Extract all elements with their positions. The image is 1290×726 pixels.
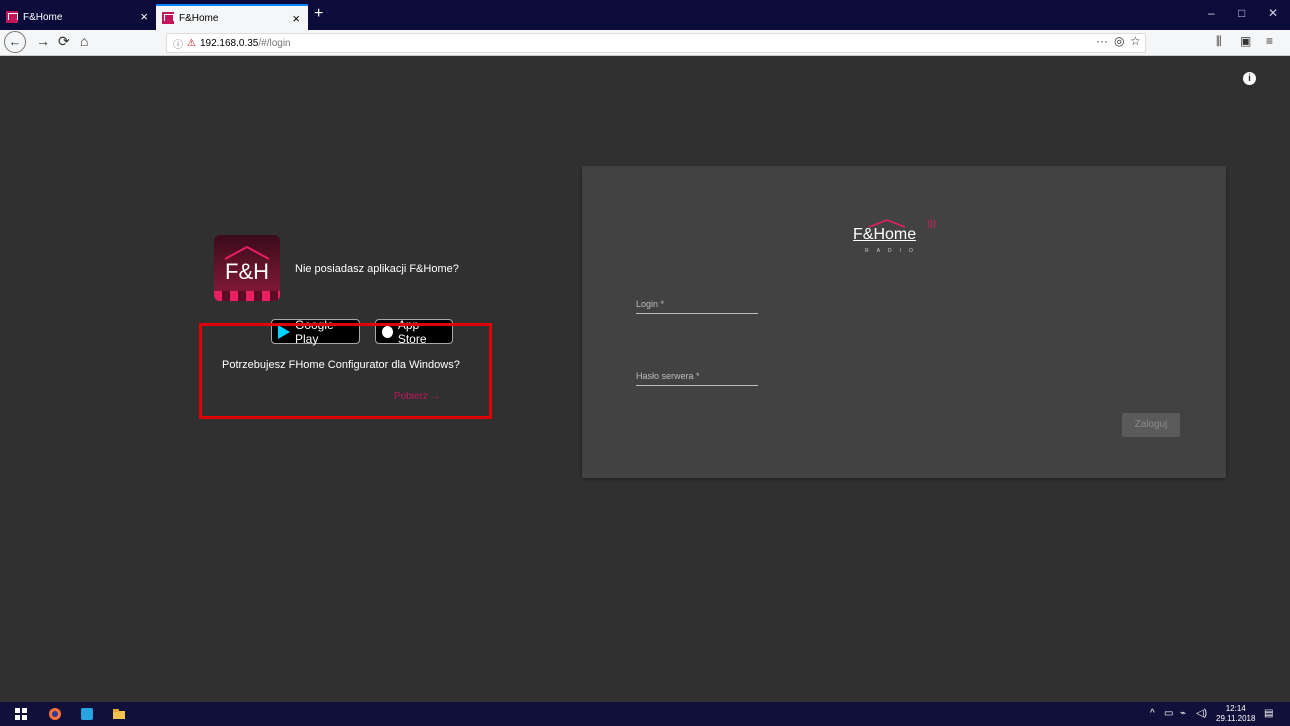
taskbar-clock[interactable]: 12:14 29.11.2018 xyxy=(1216,704,1255,724)
fhome-favicon-icon xyxy=(162,12,174,24)
bookmark-star-icon[interactable]: ☆ xyxy=(1130,34,1141,48)
password-field[interactable]: Hasło serwera * xyxy=(636,371,758,386)
firefox-icon[interactable] xyxy=(48,707,62,721)
sidebar-icon[interactable]: ▣ xyxy=(1240,34,1251,48)
browser-tab-active[interactable]: F&Home × xyxy=(156,4,308,30)
forward-button[interactable]: → xyxy=(36,33,50,49)
configurator-question: Potrzebujesz FHome Configurator dla Wind… xyxy=(222,359,460,371)
home-icon[interactable]: ⌂ xyxy=(80,33,88,49)
url-path: /#/login xyxy=(258,37,291,49)
windows-start-icon[interactable] xyxy=(14,707,28,721)
browser-tab[interactable]: F&Home × xyxy=(0,4,156,30)
clock-time: 12:14 xyxy=(1225,704,1246,713)
pocket-icon[interactable]: ◎ xyxy=(1114,34,1124,48)
login-label: Login * xyxy=(636,299,665,309)
clock-date: 29.11.2018 xyxy=(1216,714,1256,723)
library-icon[interactable]: ⫼ xyxy=(1216,34,1222,49)
battery-icon[interactable]: ▭ xyxy=(1164,708,1173,719)
logo-text: F&Home xyxy=(853,226,917,243)
reload-button[interactable]: ⟳ xyxy=(58,33,70,50)
notification-icon[interactable]: ▤ xyxy=(1264,708,1273,719)
no-app-question: Nie posiadasz aplikacji F&Home? xyxy=(295,263,459,275)
login-page: i F&H Nie posiadasz aplikacji F&Home? Go… xyxy=(0,57,1290,701)
file-explorer-icon[interactable] xyxy=(112,707,126,721)
info-icon[interactable]: ⓘ xyxy=(173,36,183,51)
tab-title: F&Home xyxy=(23,11,63,23)
logo-subtitle: RADIO xyxy=(865,248,921,254)
maximize-icon[interactable]: □ xyxy=(1238,6,1245,20)
url-host: 192.168.0.35 xyxy=(199,37,259,49)
highlight-box xyxy=(199,323,492,419)
login-field[interactable]: Login * xyxy=(636,299,758,314)
new-tab-button[interactable]: + xyxy=(314,5,323,23)
insecure-lock-icon: ⚠ xyxy=(187,37,196,49)
network-icon[interactable]: ⌁ xyxy=(1180,708,1186,719)
back-button[interactable]: ← xyxy=(4,31,26,53)
close-window-icon[interactable]: ✕ xyxy=(1268,6,1278,20)
page-actions-icon[interactable]: ··· xyxy=(1096,34,1108,48)
login-button[interactable]: Zaloguj xyxy=(1122,413,1180,437)
app-icon-text: F&H xyxy=(225,259,269,284)
browser-toolbar: ← → ⟳ ⌂ ⓘ ⚠ 192.168.0.35/#/login ··· ◎ ☆… xyxy=(0,30,1290,56)
volume-icon[interactable]: ◁) xyxy=(1196,708,1207,719)
fhome-app-icon: F&H xyxy=(214,235,280,301)
info-icon[interactable]: i xyxy=(1243,72,1256,85)
app-icon[interactable] xyxy=(80,707,94,721)
close-tab-icon[interactable]: × xyxy=(140,9,148,24)
menu-icon[interactable]: ≡ xyxy=(1266,34,1273,48)
close-tab-icon[interactable]: × xyxy=(292,11,300,26)
address-bar[interactable]: ⓘ ⚠ 192.168.0.35/#/login xyxy=(166,33,1146,53)
radio-waves-icon: ))) xyxy=(927,218,936,228)
tray-chevron-icon[interactable]: ^ xyxy=(1150,708,1155,719)
login-card: F&Home ))) RADIO Login * Hasło serwera *… xyxy=(582,166,1226,478)
browser-tab-bar: F&Home × F&Home × + – □ ✕ xyxy=(0,0,1290,30)
minimize-icon[interactable]: – xyxy=(1208,6,1215,20)
tab-title: F&Home xyxy=(179,12,219,24)
download-link[interactable]: Pobierz → xyxy=(394,391,441,402)
fhome-favicon-icon xyxy=(6,11,18,23)
windows-taskbar: ^ ▭ ⌁ ◁) 12:14 29.11.2018 ▤ xyxy=(0,702,1290,726)
fhome-logo: F&Home ))) RADIO xyxy=(853,218,953,258)
password-label: Hasło serwera * xyxy=(636,371,700,381)
